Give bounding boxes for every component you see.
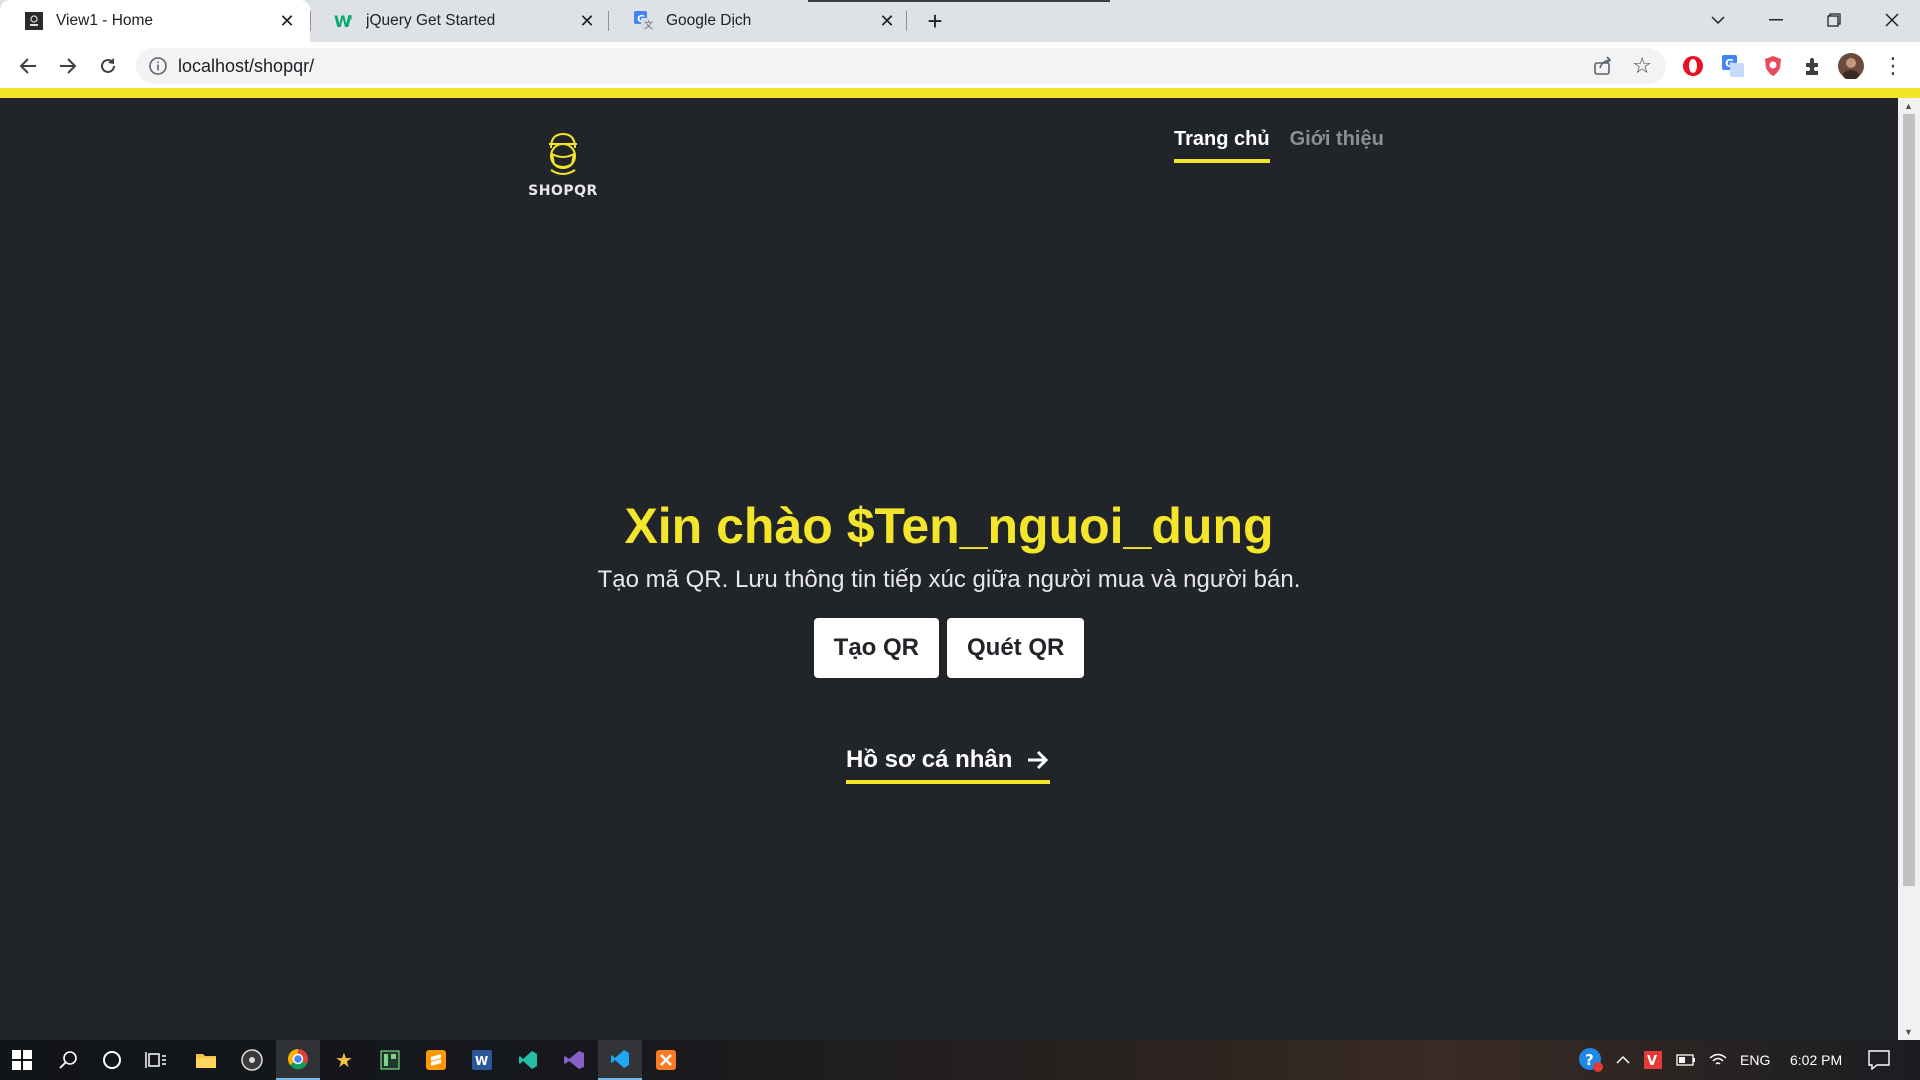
chrome-taskbar-icon[interactable] [276, 1040, 320, 1080]
task-view-icon[interactable] [134, 1040, 178, 1080]
greeting-heading: Xin chào $Ten_nguoi_dung [624, 498, 1274, 554]
minimize-window-icon[interactable] [1748, 0, 1804, 40]
svg-text:V: V [1647, 1054, 1657, 1069]
page-content: SHOPQR Trang chủ Giới thiệu Xin chào $Te… [0, 98, 1898, 1040]
create-qr-button[interactable]: Tạo QR [813, 618, 939, 678]
address-bar[interactable]: localhost/shopqr/ ☆ [136, 48, 1666, 84]
share-icon[interactable] [1592, 55, 1614, 82]
extensions-puzzle-icon[interactable] [1800, 53, 1826, 79]
app-grid-icon[interactable] [368, 1040, 412, 1080]
close-tab-icon[interactable]: ✕ [576, 10, 598, 32]
w3schools-favicon-icon: W3 [334, 11, 354, 31]
back-icon[interactable] [12, 50, 44, 82]
page-scrollbar[interactable]: ▲ ▼ [1898, 98, 1920, 1040]
profile-avatar[interactable] [1838, 53, 1864, 79]
hero-actions: Tạo QR Quét QR [0, 618, 1898, 678]
tab-separator [906, 11, 907, 31]
sticky-star-icon[interactable]: ★ [322, 1040, 366, 1080]
site-info-icon[interactable] [148, 56, 168, 76]
profile-link-label: Hồ sơ cá nhân [846, 746, 1013, 773]
word-doc-icon[interactable]: W [460, 1040, 504, 1080]
scroll-up-icon[interactable]: ▲ [1904, 101, 1913, 111]
browser-tab-strip: View1 - Home ✕ W3 jQuery Get Started ✕ G… [0, 0, 1920, 42]
show-hidden-icons-chevron[interactable] [1616, 1040, 1630, 1080]
media-player-icon[interactable] [230, 1040, 274, 1080]
tab-google-dich[interactable]: G文 Google Dịch ✕ [610, 0, 910, 42]
wifi-icon[interactable] [1708, 1040, 1728, 1080]
language-indicator[interactable]: ENG [1740, 1040, 1770, 1080]
nav-item-home[interactable]: Trang chủ [1174, 128, 1270, 163]
tab-jquery-get-started[interactable]: W3 jQuery Get Started ✕ [310, 0, 610, 42]
close-tab-icon[interactable]: ✕ [876, 10, 898, 32]
tab-title: jQuery Get Started [366, 12, 496, 29]
profile-link[interactable]: Hồ sơ cá nhân [846, 746, 1051, 784]
tab-strip-indicator [808, 0, 1110, 2]
arrow-right-icon [1028, 750, 1049, 770]
help-icon[interactable]: ? [1578, 1040, 1604, 1080]
masked-face-logo-icon [549, 132, 577, 175]
shield-extension-icon[interactable] [1760, 53, 1786, 79]
svg-text:文: 文 [644, 19, 653, 31]
main-nav: Trang chủ Giới thiệu [1174, 128, 1384, 163]
tab-title: View1 - Home [56, 12, 154, 29]
scan-qr-button[interactable]: Quét QR [947, 618, 1085, 678]
file-explorer-icon[interactable] [184, 1040, 228, 1080]
windows-start-icon[interactable] [0, 1040, 44, 1080]
close-window-icon[interactable] [1864, 0, 1920, 40]
restore-window-icon[interactable] [1806, 0, 1862, 40]
chrome-menu-icon[interactable]: ⋮ [1880, 53, 1906, 79]
shopqr-logo[interactable]: SHOPQR [524, 130, 602, 199]
cortana-icon[interactable] [90, 1040, 134, 1080]
accent-top-bar [0, 88, 1920, 98]
xampp-icon[interactable] [644, 1040, 688, 1080]
translate-extension-icon[interactable]: G [1720, 53, 1746, 79]
reload-icon[interactable] [92, 50, 124, 82]
tab-search-chevron-icon[interactable] [1690, 0, 1746, 40]
url-text: localhost/shopqr/ [178, 56, 315, 76]
hero-section: Xin chào $Ten_nguoi_dung Tạo mã QR. Lưu … [0, 496, 1898, 678]
clock-time[interactable]: 6:02 PM [1790, 1040, 1842, 1080]
svg-text:3: 3 [348, 14, 352, 22]
forward-icon[interactable] [52, 50, 84, 82]
shopqr-favicon-icon [24, 11, 44, 31]
notification-center-icon[interactable] [1868, 1040, 1890, 1080]
scrollbar-thumb[interactable] [1903, 114, 1915, 886]
close-tab-icon[interactable]: ✕ [276, 10, 298, 32]
scroll-down-icon[interactable]: ▼ [1904, 1027, 1913, 1037]
battery-icon[interactable] [1676, 1040, 1696, 1080]
bookmark-star-icon[interactable]: ☆ [1632, 53, 1652, 79]
sublime-text-icon[interactable] [414, 1040, 458, 1080]
antivirus-tray-icon[interactable]: V [1644, 1040, 1662, 1080]
visual-studio-icon[interactable] [552, 1040, 596, 1080]
brand-name: SHOPQR [528, 183, 598, 199]
search-icon[interactable] [46, 1040, 90, 1080]
tab-separator [608, 11, 609, 31]
opera-extension-icon[interactable] [1680, 53, 1706, 79]
tab-view1-home[interactable]: View1 - Home ✕ [0, 0, 310, 42]
tab-title: Google Dịch [666, 12, 752, 29]
windows-taskbar: ★ W ? V ENG 6:02 PM [0, 1040, 1920, 1080]
svg-text:?: ? [1585, 1051, 1594, 1069]
google-translate-favicon-icon: G文 [634, 11, 654, 31]
new-tab-icon[interactable]: + [920, 6, 950, 36]
svg-text:W: W [475, 1054, 488, 1068]
browser-toolbar: localhost/shopqr/ ☆ G ⋮ [0, 42, 1920, 88]
vs-code-icon[interactable] [598, 1040, 642, 1080]
vs-code-insiders-icon[interactable] [506, 1040, 550, 1080]
hero-subtitle: Tạo mã QR. Lưu thông tin tiếp xúc giữa n… [597, 566, 1301, 593]
nav-item-about[interactable]: Giới thiệu [1290, 128, 1384, 163]
